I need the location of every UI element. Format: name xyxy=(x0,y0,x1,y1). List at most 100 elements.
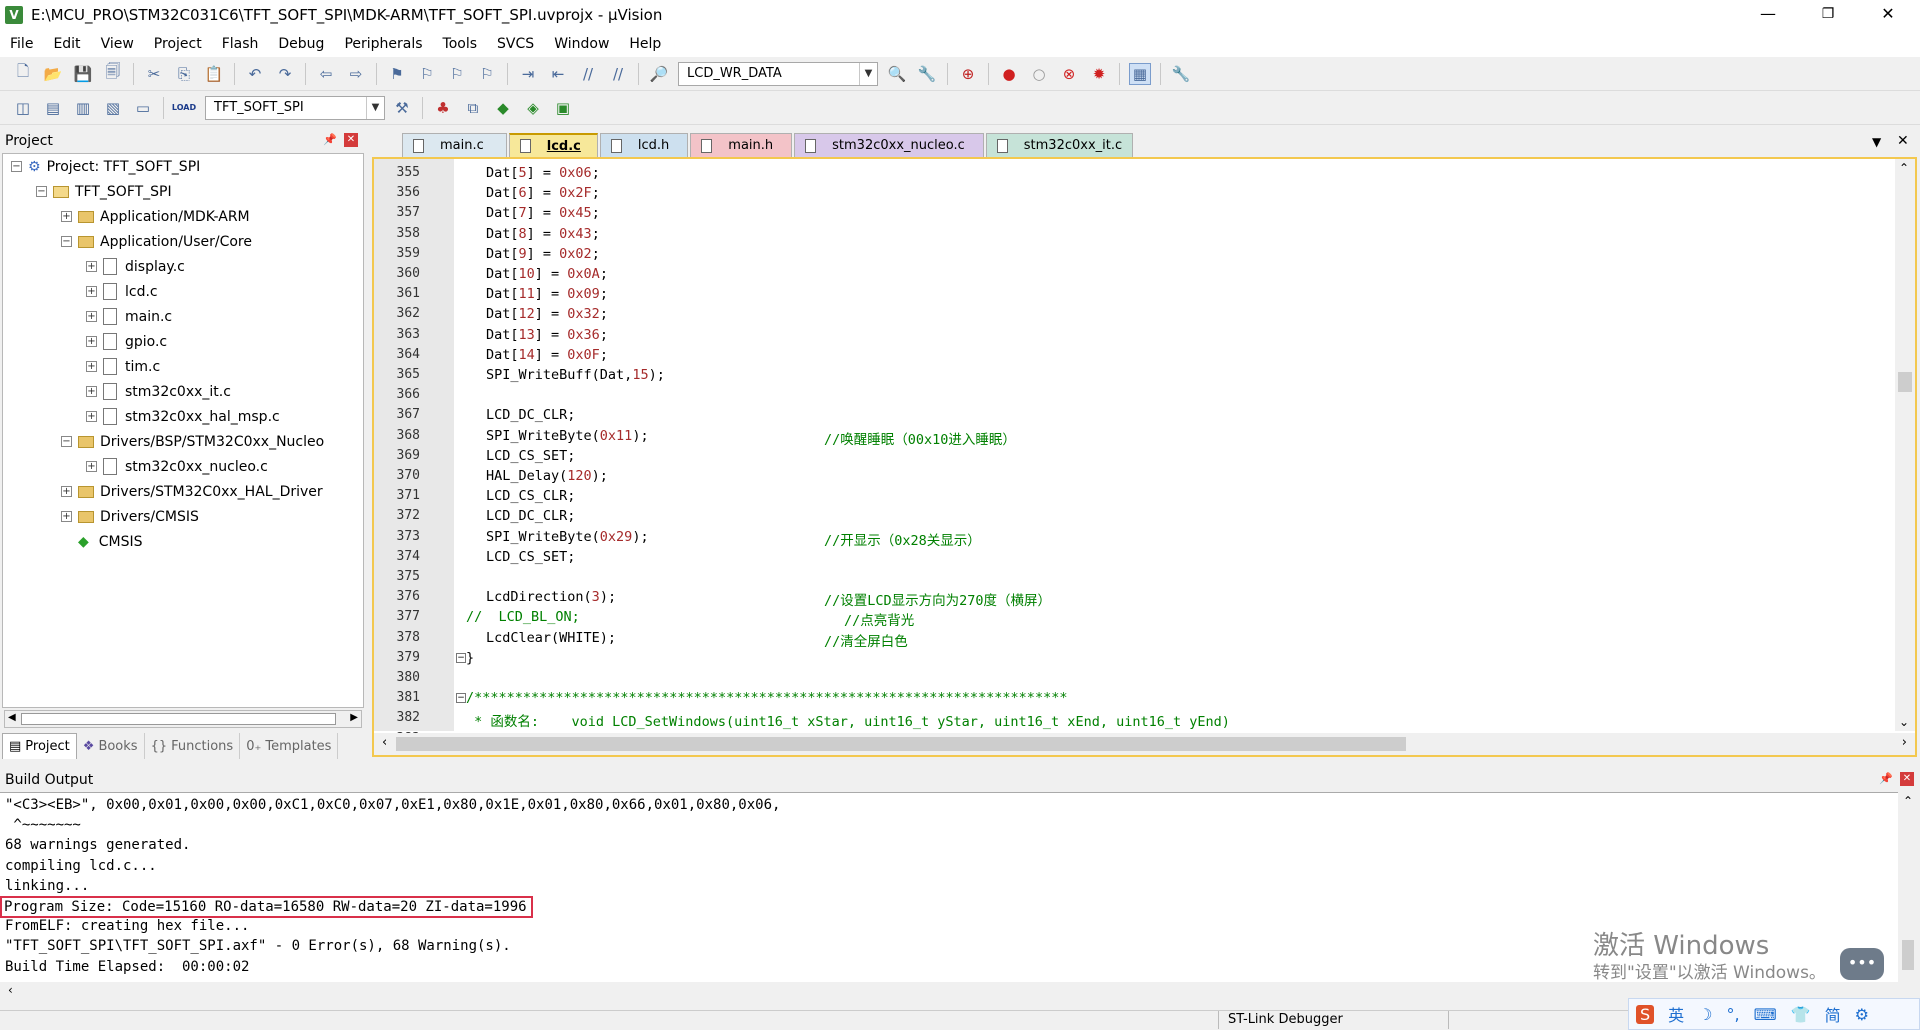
tab-project[interactable]: ▤ Project xyxy=(2,733,77,759)
scroll-left-icon[interactable]: ‹ xyxy=(382,735,387,750)
undo-icon[interactable]: ↶ xyxy=(244,63,266,85)
cmsis-icon[interactable]: ▣ xyxy=(552,97,574,119)
cut-icon[interactable]: ✂ xyxy=(143,63,165,85)
tree-item[interactable]: + stm32c0xx_nucleo.c xyxy=(3,454,363,479)
menu-svcs[interactable]: SVCS xyxy=(487,36,544,52)
next-bookmark-icon[interactable]: ⚐ xyxy=(446,63,468,85)
save-all-icon[interactable]: 🗐 xyxy=(102,62,124,85)
code-line[interactable]: Dat[12] = 0x32; xyxy=(486,306,608,322)
close-icon[interactable]: ✕ xyxy=(344,133,358,147)
close-button[interactable]: ✕ xyxy=(1865,0,1911,30)
unindent-icon[interactable]: ⇤ xyxy=(547,63,569,85)
kill-breakpoints-icon[interactable]: ✹ xyxy=(1088,63,1110,85)
translate-icon[interactable]: ◫ xyxy=(12,97,34,119)
tree-item[interactable]: + display.c xyxy=(3,254,363,279)
menu-file[interactable]: File xyxy=(0,36,43,52)
run-time-environment-icon[interactable]: ◆ xyxy=(492,97,514,119)
ime-item[interactable]: ☽ xyxy=(1698,1005,1712,1024)
expand-icon[interactable]: + xyxy=(86,386,97,397)
save-icon[interactable]: 💾 xyxy=(72,63,94,85)
code-line[interactable]: Dat[11] = 0x09; xyxy=(486,286,608,302)
uncomment-icon[interactable]: // xyxy=(607,63,629,85)
function-combo[interactable]: LCD_WR_DATA ▼ xyxy=(678,61,878,86)
tree-item[interactable]: + Drivers/CMSIS xyxy=(3,504,363,529)
tab-functions[interactable]: {} Functions xyxy=(145,733,241,759)
code-editor[interactable]: 355 356 357 358 359 360 361 362 363 364 365 366 367 3… xyxy=(372,157,1917,757)
minimize-button[interactable]: — xyxy=(1745,0,1791,30)
scroll-down-icon[interactable]: ⌄ xyxy=(1899,715,1909,729)
menu-project[interactable]: Project xyxy=(144,36,212,52)
redo-icon[interactable]: ↷ xyxy=(274,63,296,85)
breakpoint-icon[interactable]: ● xyxy=(998,63,1020,85)
expand-icon[interactable]: + xyxy=(86,261,97,272)
build-vertical-scrollbar[interactable]: ⌃ xyxy=(1898,792,1918,982)
scroll-right-icon[interactable]: ▶ xyxy=(350,712,358,723)
comment-icon[interactable]: // xyxy=(577,63,599,85)
close-icon[interactable]: ✕ xyxy=(1900,772,1914,786)
code-line[interactable]: LCD_DC_CLR; xyxy=(486,508,575,524)
editor-tab-lcd-c[interactable]: lcd.c xyxy=(508,133,598,157)
configure-icon[interactable]: 🔧 xyxy=(1170,63,1192,85)
collapse-icon[interactable]: − xyxy=(61,436,72,447)
code-line[interactable]: LcdClear(WHITE); xyxy=(486,630,616,646)
expand-icon[interactable]: + xyxy=(86,311,97,322)
nav-back-icon[interactable]: ⇦ xyxy=(315,63,337,85)
ime-item[interactable]: °, xyxy=(1727,1005,1740,1024)
disable-all-breakpoints-icon[interactable]: ⊗ xyxy=(1058,63,1080,85)
close-editor-icon[interactable]: ✕ xyxy=(1897,133,1909,149)
menu-help[interactable]: Help xyxy=(619,36,671,52)
fold-icon[interactable]: − xyxy=(456,652,466,663)
restore-button[interactable]: ❐ xyxy=(1805,0,1851,30)
expand-icon[interactable]: + xyxy=(86,461,97,472)
ime-toolbar[interactable]: S 英 ☽ °, ⌨ 👕 简 ⚙ xyxy=(1628,998,1920,1030)
find-in-files-icon[interactable]: 🔎 xyxy=(648,63,670,85)
rebuild-icon[interactable]: ▥ xyxy=(72,97,94,119)
ime-item[interactable]: S xyxy=(1636,1004,1655,1024)
code-line[interactable]: Dat[8] = 0x43; xyxy=(486,226,600,242)
editor-tab-main-c[interactable]: main.c xyxy=(402,133,507,157)
target-options-icon[interactable]: ⚒ xyxy=(391,97,413,119)
code-line[interactable]: Dat[14] = 0x0F; xyxy=(486,347,608,363)
batch-build-icon[interactable]: ▧ xyxy=(102,97,124,119)
indent-icon[interactable]: ⇥ xyxy=(517,63,539,85)
expand-icon[interactable]: + xyxy=(86,361,97,372)
code-line[interactable]: // LCD_BL_ON; xyxy=(466,609,580,625)
tree-item[interactable]: ◆ CMSIS xyxy=(3,529,363,554)
code-line[interactable]: SPI_WriteByte(0x29); xyxy=(486,529,649,545)
incremental-find-icon[interactable]: 🔧 xyxy=(916,63,938,85)
debug-session-icon[interactable]: ⊕ xyxy=(957,63,979,85)
menu-peripherals[interactable]: Peripherals xyxy=(334,36,432,52)
pin-icon[interactable]: 📌 xyxy=(323,133,337,146)
code-line[interactable]: Dat[13] = 0x36; xyxy=(486,327,608,343)
code-line[interactable]: HAL_Delay(120); xyxy=(486,468,608,484)
tree-item[interactable]: − TFT_SOFT_SPI xyxy=(3,179,363,204)
menu-edit[interactable]: Edit xyxy=(43,36,90,52)
new-file-icon[interactable]: 🗋 xyxy=(12,62,34,85)
tree-item[interactable]: + stm32c0xx_it.c xyxy=(3,379,363,404)
manage-project-items-icon[interactable]: ♣ xyxy=(432,97,454,119)
ime-item[interactable]: ⚙ xyxy=(1855,1005,1869,1024)
expand-icon[interactable]: + xyxy=(61,486,72,497)
menu-view[interactable]: View xyxy=(91,36,144,52)
tree-item[interactable]: − Application/User/Core xyxy=(3,229,363,254)
chat-bubble-icon[interactable]: ••• xyxy=(1840,948,1884,980)
stop-build-icon[interactable]: ▭ xyxy=(132,97,154,119)
ime-item[interactable]: 👕 xyxy=(1791,1005,1811,1024)
editor-tab-stm32c0xx_nucleo-c[interactable]: stm32c0xx_nucleo.c xyxy=(794,133,984,157)
tree-item[interactable]: + stm32c0xx_hal_msp.c xyxy=(3,404,363,429)
tree-item[interactable]: + gpio.c xyxy=(3,329,363,354)
scroll-right-icon[interactable]: › xyxy=(1902,735,1907,750)
collapse-icon[interactable]: − xyxy=(61,236,72,247)
paste-icon[interactable]: 📋 xyxy=(203,63,225,85)
code-line[interactable]: Dat[9] = 0x02; xyxy=(486,246,600,262)
scrollbar-thumb[interactable] xyxy=(21,713,336,725)
tree-horizontal-scrollbar[interactable]: ◀ ▶ xyxy=(4,710,362,728)
scroll-left-icon[interactable]: ◀ xyxy=(8,712,16,723)
disable-breakpoint-icon[interactable]: ○ xyxy=(1028,63,1050,85)
editor-tab-lcd-h[interactable]: lcd.h xyxy=(599,133,689,157)
menu-window[interactable]: Window xyxy=(544,36,619,52)
tree-item[interactable]: + tim.c xyxy=(3,354,363,379)
build-icon[interactable]: ▤ xyxy=(42,97,64,119)
code-line[interactable]: SPI_WriteBuff(Dat,15); xyxy=(486,367,665,383)
open-file-icon[interactable]: 📂 xyxy=(42,63,64,85)
